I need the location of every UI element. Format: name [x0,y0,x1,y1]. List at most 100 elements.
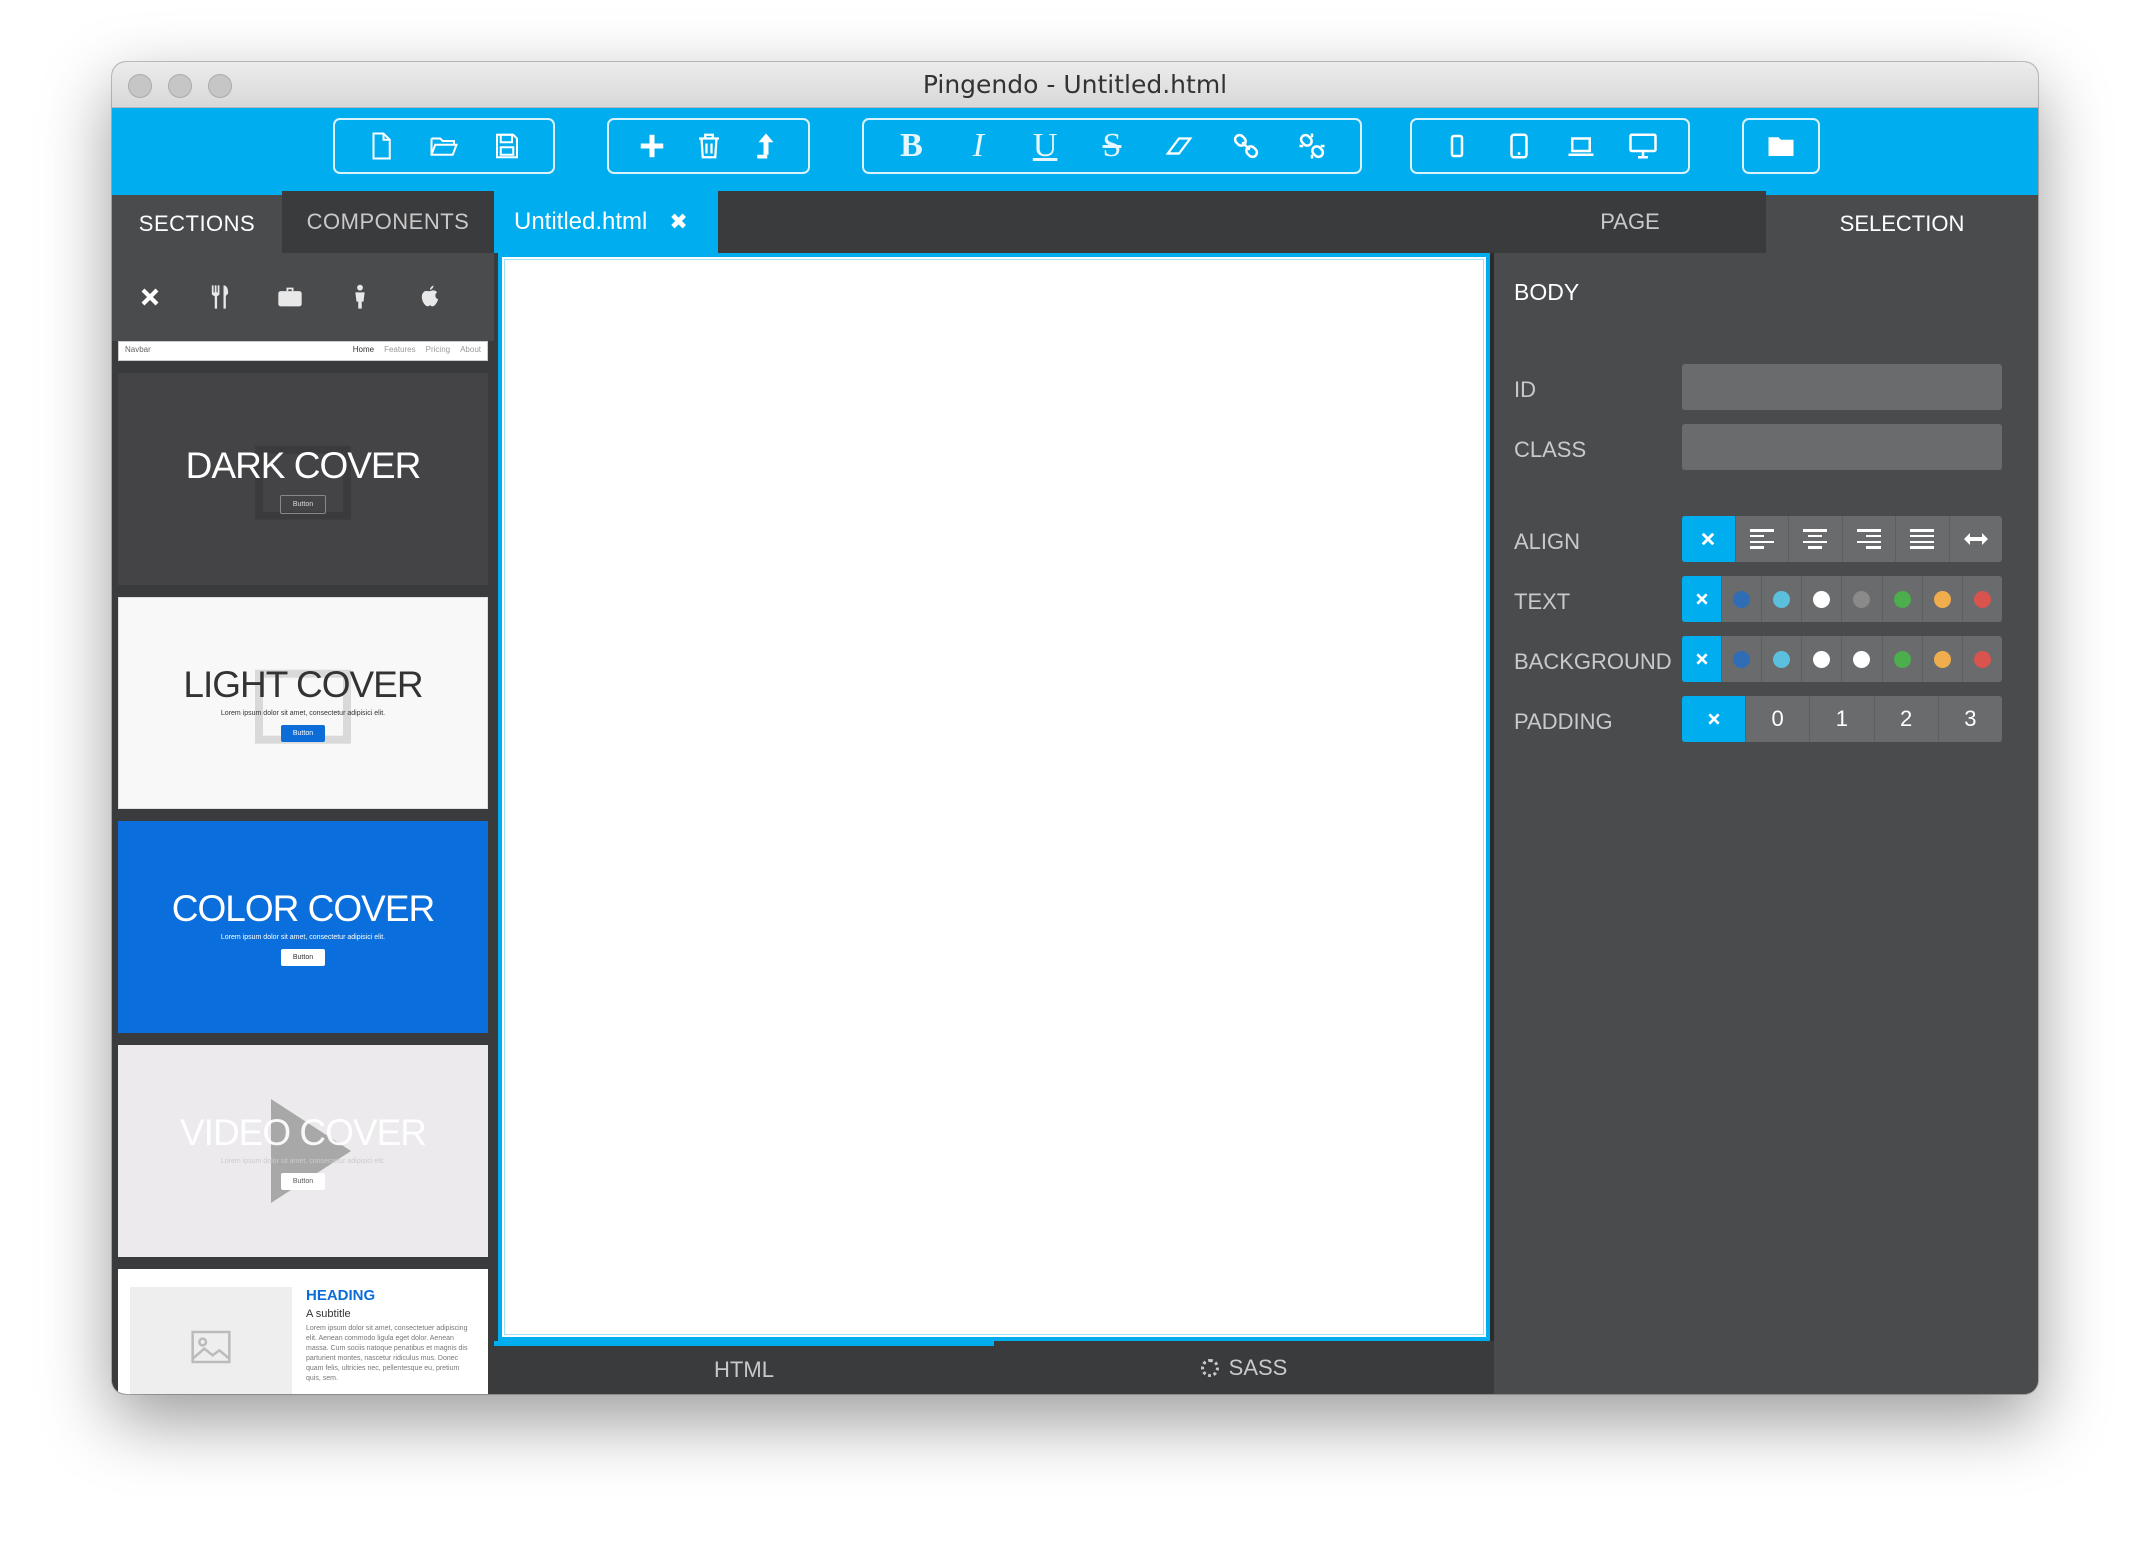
unlink-icon[interactable] [1289,123,1335,169]
trash-icon[interactable] [686,123,732,169]
phone-icon[interactable] [1434,123,1480,169]
video-cover-thumbnail[interactable]: VIDEO COVER Lorem ipsum dolor sit amet, … [118,1045,488,1257]
link-icon[interactable] [1223,123,1269,169]
desktop-icon[interactable] [1620,123,1666,169]
tab-html[interactable]: HTML [494,1341,994,1394]
feature-text: Lorem ipsum dolor sit amet, consectetuer… [306,1325,468,1382]
tab-selection[interactable]: SELECTION [1766,191,2038,253]
padding-0-button[interactable]: 0 [1746,696,1811,742]
underline-button[interactable]: U [1022,123,1068,169]
padding-2-button[interactable]: 2 [1875,696,1939,742]
align-none-button[interactable] [1682,516,1736,562]
app-window: Pingendo - Untitled.html B I U S SECTION… [112,62,2038,1394]
navbar-link: Features [384,345,416,354]
background-info[interactable] [1762,636,1803,682]
person-icon[interactable] [342,279,378,315]
editor-area: Untitled.html ✖ HTML SASS [494,191,1494,1394]
background-color-control [1682,636,2002,682]
briefcase-icon[interactable] [272,279,308,315]
text-color-none-button[interactable] [1682,576,1722,622]
edit-group [607,118,810,174]
dark-cover-thumbnail[interactable]: DARK COVER Button [118,373,488,585]
selection-properties: BODY ID CLASS ALIGN TEXT BACKGROUND PADD… [1494,253,2038,1394]
align-center-icon[interactable] [1789,516,1843,562]
tab-sections[interactable]: SECTIONS [112,191,282,253]
align-left-icon[interactable] [1736,516,1789,562]
tablet-icon[interactable] [1496,123,1542,169]
cover-subtitle: Lorem ipsum dolor sit amet, consectetur … [220,934,386,941]
right-tabs: PAGE SELECTION [1494,191,2038,253]
navbar-brand: Navbar [125,345,151,354]
open-folder-icon[interactable] [421,123,467,169]
background-primary[interactable] [1722,636,1763,682]
plus-icon[interactable] [629,123,675,169]
strikethrough-button[interactable]: S [1089,123,1135,169]
tab-sass-label: SASS [1228,1354,1288,1380]
background-danger[interactable] [1963,636,2002,682]
text-color-danger[interactable] [1963,576,2002,622]
text-color-white[interactable] [1802,576,1843,622]
text-color-info[interactable] [1762,576,1803,622]
navbar-thumbnail[interactable]: Navbar Home Features Pricing About [118,341,488,361]
padding-control: 0 1 2 3 [1682,696,2002,742]
cover-title: DARK COVER [185,444,422,486]
italic-button[interactable]: I [955,123,1001,169]
cover-title: VIDEO COVER [180,1112,427,1153]
align-control [1682,516,2002,562]
tab-sass[interactable]: SASS [994,1341,1494,1394]
background-white[interactable] [1802,636,1843,682]
apple-icon[interactable] [412,279,448,315]
page-canvas[interactable] [498,253,1490,1341]
color-cover-thumbnail[interactable]: COLOR COVER Lorem ipsum dolor sit amet, … [118,821,488,1033]
document-tab[interactable]: Untitled.html ✖ [494,191,718,253]
eraser-icon[interactable] [1156,123,1202,169]
folder-icon[interactable] [1758,123,1804,169]
text-color-gray[interactable] [1842,576,1883,622]
padding-none-button[interactable] [1682,696,1746,742]
background-light[interactable] [1842,636,1883,682]
text-color-warning[interactable] [1923,576,1963,622]
device-group [1410,118,1690,174]
padding-label: PADDING [1514,709,1613,734]
left-tabs: SECTIONS COMPONENTS [112,191,494,253]
cover-title: LIGHT COVER [183,664,423,705]
text-color-success[interactable] [1883,576,1923,622]
text-color-primary[interactable] [1722,576,1763,622]
class-label: CLASS [1514,437,1587,462]
background-warning[interactable] [1923,636,1963,682]
laptop-icon[interactable] [1558,123,1604,169]
cover-button: Button [280,1173,326,1190]
align-label: ALIGN [1514,529,1581,554]
close-icon[interactable] [132,279,168,315]
align-right-icon[interactable] [1843,516,1896,562]
cover-title: COLOR COVER [171,888,435,929]
tab-html-label: HTML [714,1357,774,1382]
background-success[interactable] [1883,636,1923,682]
text-color-control [1682,576,2002,622]
move-up-icon[interactable] [743,123,789,169]
file-group [333,118,555,174]
padding-1-button[interactable]: 1 [1810,696,1875,742]
cutlery-icon[interactable] [202,279,238,315]
format-group: B I U S [862,118,1362,174]
stretch-icon[interactable] [1950,516,2003,562]
bold-button[interactable]: B [888,123,934,169]
close-tab-icon[interactable]: ✖ [669,209,687,235]
title-bar: Pingendo - Untitled.html [112,62,2038,108]
code-tabs: HTML SASS [494,1341,1494,1394]
navbar-link: Home [352,345,375,354]
padding-3-button[interactable]: 3 [1939,696,2002,742]
main-toolbar: B I U S [112,108,2038,185]
tab-components[interactable]: COMPONENTS [282,191,494,253]
save-icon[interactable] [484,123,530,169]
feature-thumbnail[interactable]: HEADING A subtitle Lorem ipsum dolor sit… [118,1269,488,1394]
background-none-button[interactable] [1682,636,1722,682]
project-group [1742,118,1820,174]
align-justify-icon[interactable] [1896,516,1950,562]
tab-page[interactable]: PAGE [1494,191,1766,253]
new-file-icon[interactable] [358,123,404,169]
light-cover-thumbnail[interactable]: LIGHT COVER Lorem ipsum dolor sit amet, … [118,597,488,809]
class-input[interactable] [1682,424,2002,470]
cover-subtitle: Lorem ipsum dolor sit amet, consectetur … [220,1158,386,1165]
id-input[interactable] [1682,364,2002,410]
